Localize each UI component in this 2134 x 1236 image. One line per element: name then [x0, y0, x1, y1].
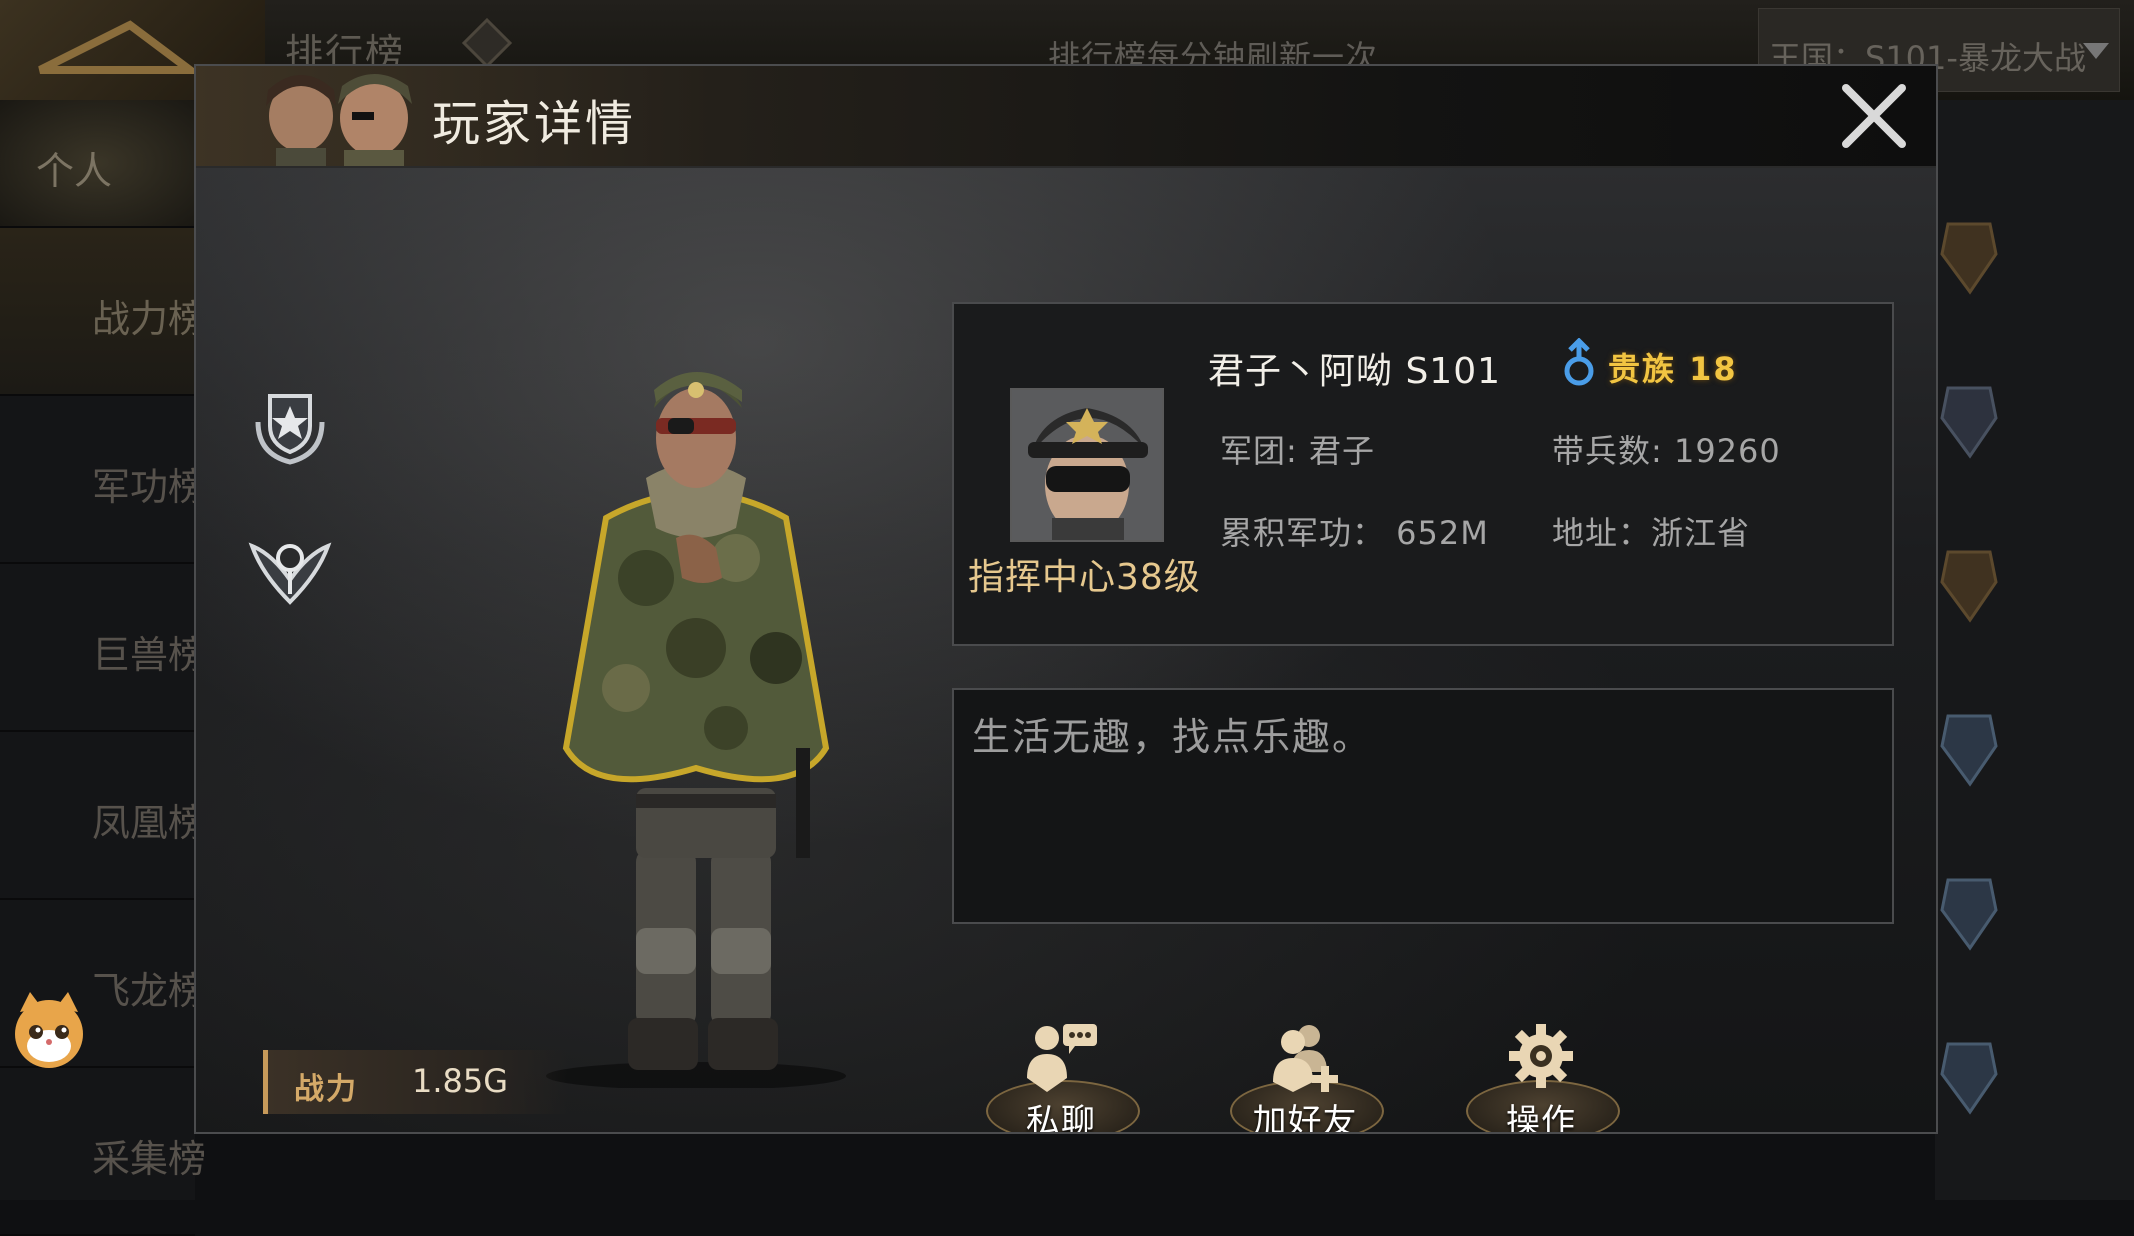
- tab-merit[interactable]: 军功榜: [0, 396, 206, 564]
- dialog-content: 战力 1.85G 指挥中心38级 君子丶阿呦 S101 贵族 18 军团: 君子…: [196, 168, 1936, 1134]
- player-legion: 军团: 君子: [1220, 432, 1375, 470]
- soldier-character-model: [546, 372, 846, 1088]
- player-name: 君子丶阿呦 S101: [1208, 351, 1502, 392]
- command-center-level: 指挥中心38级: [968, 557, 1201, 598]
- player-troops: 带兵数: 19260: [1552, 432, 1781, 470]
- private-chat-label: 私聊: [1026, 1102, 1096, 1134]
- add-friend-icon: [1273, 1025, 1338, 1092]
- tab-personal[interactable]: 个人: [0, 100, 195, 228]
- player-details-dialog: 玩家详情 战力 1.85G 指挥中心38级 君子丶阿呦 S101 贵族 18 军…: [194, 64, 1938, 1134]
- rank-badge-icon: [1940, 714, 1998, 787]
- rank-badge-icon: [1940, 550, 1998, 623]
- player-signature: 生活无趣，找点乐趣。: [972, 715, 1373, 759]
- military-rank-icon[interactable]: [248, 382, 332, 466]
- tab-power[interactable]: 战力榜: [0, 228, 206, 396]
- operation-label: 操作: [1506, 1102, 1576, 1134]
- combat-power-bar: 战力 1.85G: [263, 1050, 568, 1114]
- tab-gather[interactable]: 采集榜: [0, 1068, 206, 1236]
- dialog-header: 玩家详情: [196, 66, 1936, 168]
- gear-icon: [1509, 1024, 1573, 1088]
- rank-badge-icon: [1940, 1042, 1998, 1115]
- add-friend-button[interactable]: 加好友: [1230, 1022, 1384, 1134]
- combat-power-label: 战力: [294, 1072, 358, 1107]
- player-avatar[interactable]: [1010, 388, 1164, 542]
- rank-badge-icon: [1940, 222, 1998, 295]
- player-info-panel: 指挥中心38级 君子丶阿呦 S101 贵族 18 军团: 君子 带兵数: 192…: [952, 302, 1894, 646]
- combat-power-value: 1.85G: [412, 1062, 509, 1100]
- chevron-down-icon: [2083, 43, 2109, 59]
- back-arrow-icon: [38, 20, 202, 74]
- tab-phoenix[interactable]: 凤凰榜: [0, 732, 206, 900]
- add-friend-label: 加好友: [1252, 1102, 1358, 1134]
- diamond-icon: [462, 18, 512, 68]
- noble-rank-badge[interactable]: 贵族 18: [1608, 344, 1738, 390]
- player-address: 地址：浙江省: [1552, 514, 1751, 552]
- avatar-portrait-icon: [1012, 390, 1162, 540]
- player-signature-box: 生活无趣，找点乐趣。: [952, 688, 1894, 924]
- private-chat-icon: [1027, 1024, 1097, 1092]
- header-characters-icon: [266, 74, 412, 166]
- winged-emblem-icon[interactable]: [248, 524, 332, 608]
- dialog-title: 玩家详情: [432, 96, 637, 152]
- operation-button[interactable]: 操作: [1466, 1022, 1620, 1134]
- close-icon[interactable]: [1832, 74, 1916, 158]
- male-gender-icon: [1564, 338, 1594, 386]
- player-merit: 累积军功： 652M: [1220, 514, 1489, 552]
- cat-mascot-icon[interactable]: [8, 990, 90, 1072]
- private-chat-button[interactable]: 私聊: [986, 1022, 1140, 1134]
- rank-badge-icon: [1940, 386, 1998, 459]
- rank-badge-icon: [1940, 878, 1998, 951]
- tab-beast[interactable]: 巨兽榜: [0, 564, 206, 732]
